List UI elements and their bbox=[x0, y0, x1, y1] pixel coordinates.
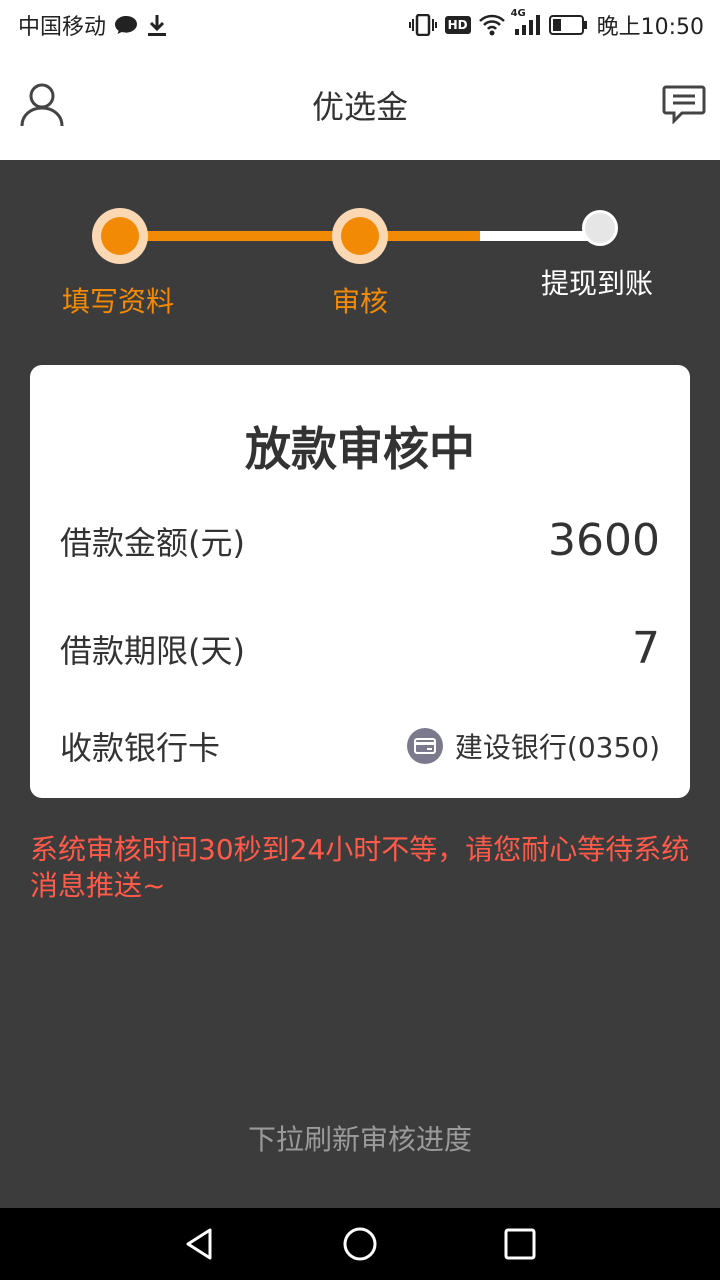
hd-label: HD bbox=[447, 18, 468, 32]
recents-square-icon bbox=[504, 1228, 536, 1260]
step-3-label: 提现到账 bbox=[541, 267, 654, 300]
step-1-label: 填写资料 bbox=[62, 285, 175, 318]
recents-button[interactable] bbox=[502, 1226, 538, 1262]
amount-row: 借款金额(元) 3600 bbox=[60, 515, 660, 566]
review-notice: 系统审核时间30秒到24小时不等，请您耐心等待系统消息推送~ bbox=[30, 833, 690, 902]
step-2-label: 审核 bbox=[332, 285, 389, 318]
vibrate-icon bbox=[408, 14, 437, 36]
pull-to-refresh-hint: 下拉刷新审核进度 bbox=[247, 1123, 472, 1156]
user-icon bbox=[20, 83, 64, 127]
home-circle-icon bbox=[343, 1227, 377, 1261]
message-icon bbox=[662, 85, 706, 125]
app-header: 优选金 bbox=[0, 50, 720, 160]
bank-row: 收款银行卡 建设银行(0350) bbox=[60, 723, 660, 769]
chat-bubble-icon bbox=[114, 15, 138, 35]
bank-value: 建设银行(0350) bbox=[454, 731, 660, 764]
bank-info: 建设银行(0350) bbox=[406, 726, 660, 766]
step-1-dot bbox=[92, 208, 148, 264]
page-title: 优选金 bbox=[311, 88, 408, 126]
back-triangle-icon bbox=[186, 1228, 212, 1260]
loan-status-card: 放款审核中 借款金额(元) 3600 借款期限(天) 7 收款银行卡 建设银行(… bbox=[30, 365, 690, 798]
hd-badge-icon: HD bbox=[444, 16, 471, 34]
signal-icon: 4G bbox=[511, 8, 541, 36]
download-icon bbox=[146, 13, 168, 37]
wifi-icon bbox=[478, 14, 505, 36]
profile-button[interactable] bbox=[18, 80, 66, 128]
track-done bbox=[120, 231, 480, 241]
system-nav-bar bbox=[0, 1208, 720, 1280]
carrier-name: 中国移动 bbox=[18, 15, 107, 40]
term-value: 7 bbox=[632, 623, 660, 674]
step-3-dot bbox=[582, 210, 618, 246]
step-2-dot bbox=[332, 208, 388, 264]
bank-card-icon bbox=[406, 728, 443, 764]
card-title: 放款审核中 bbox=[245, 422, 475, 476]
clock: 晚上10:50 bbox=[596, 15, 704, 40]
home-button[interactable] bbox=[342, 1226, 378, 1262]
network-type-label: 4G bbox=[510, 8, 526, 19]
amount-label: 借款金额(元) bbox=[60, 523, 245, 562]
progress-steps: 填写资料 审核 提现到账 bbox=[0, 160, 720, 360]
back-button[interactable] bbox=[182, 1226, 218, 1262]
battery-icon bbox=[548, 14, 589, 36]
term-row: 借款期限(天) 7 bbox=[60, 623, 660, 674]
term-label: 借款期限(天) bbox=[60, 631, 245, 670]
messages-button[interactable] bbox=[662, 84, 706, 125]
amount-value: 3600 bbox=[548, 515, 660, 566]
bank-label: 收款银行卡 bbox=[60, 729, 221, 767]
status-bar: 中国移动 HD 4G 晚上10:50 bbox=[0, 0, 720, 50]
